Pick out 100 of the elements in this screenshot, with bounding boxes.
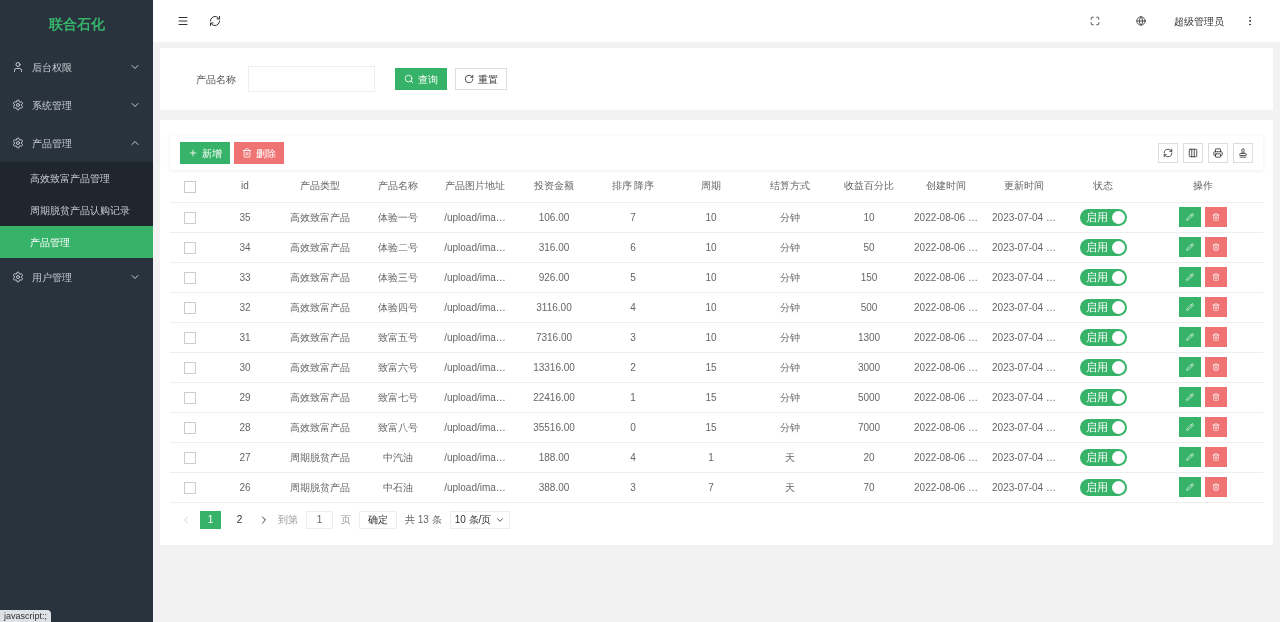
column-header: id: [241, 180, 249, 192]
trash-icon: [1211, 243, 1220, 251]
trash-icon: [1211, 393, 1220, 401]
edit-button[interactable]: [1178, 477, 1201, 497]
status-toggle[interactable]: 启用: [1079, 478, 1127, 496]
status-toggle[interactable]: 启用: [1079, 328, 1127, 346]
status-toggle[interactable]: 启用: [1079, 268, 1127, 286]
table-cell: 2023-07-04 …: [992, 211, 1056, 223]
edit-button[interactable]: [1178, 447, 1201, 467]
table-cell: 0: [630, 421, 636, 433]
edit-button[interactable]: [1178, 237, 1201, 257]
edit-button[interactable]: [1178, 267, 1201, 287]
table-cell: 2023-07-04 …: [992, 391, 1056, 403]
globe-icon[interactable]: [1136, 16, 1146, 26]
delete-button[interactable]: [1204, 297, 1227, 317]
columns-icon[interactable]: [1183, 143, 1203, 163]
table-cell: /upload/ima…: [444, 271, 506, 283]
delete-button[interactable]: 删除: [234, 142, 284, 164]
edit-button[interactable]: [1178, 417, 1201, 437]
table-cell: 2023-07-04 …: [992, 421, 1056, 433]
search-button[interactable]: 查询: [395, 68, 447, 90]
reset-button[interactable]: 重置: [455, 68, 507, 90]
delete-button[interactable]: [1204, 477, 1227, 497]
pencil-icon: [1185, 213, 1194, 221]
table-cell: 体验四号: [378, 301, 418, 313]
table-cell: 500: [860, 301, 878, 313]
row-checkbox[interactable]: [184, 481, 196, 494]
page-button[interactable]: 1: [200, 510, 221, 529]
pencil-icon: [1185, 483, 1194, 491]
table-cell: 10: [705, 211, 717, 223]
table-cell: 4: [630, 451, 636, 463]
table-cell: 2022-08-06 …: [914, 301, 978, 313]
row-checkbox[interactable]: [184, 391, 196, 404]
row-checkbox[interactable]: [184, 451, 196, 464]
print-icon[interactable]: [1208, 143, 1228, 163]
table-cell: 106.00: [538, 211, 570, 223]
confirm-button[interactable]: 确定: [359, 510, 397, 529]
table-cell: 分钟: [780, 271, 800, 283]
row-checkbox[interactable]: [184, 271, 196, 284]
status-toggle[interactable]: 启用: [1079, 298, 1127, 316]
status-toggle[interactable]: 启用: [1079, 388, 1127, 406]
delete-button[interactable]: [1204, 327, 1227, 347]
delete-button[interactable]: [1204, 387, 1227, 407]
row-checkbox[interactable]: [184, 331, 196, 344]
refresh-icon[interactable]: [209, 15, 221, 27]
row-checkbox[interactable]: [184, 421, 196, 434]
user-name[interactable]: 超级管理员: [1174, 13, 1224, 29]
trash-icon: [242, 148, 252, 158]
sidebar-subitem[interactable]: 周期脱贫产品认购记录: [0, 194, 153, 226]
row-checkbox[interactable]: [184, 241, 196, 254]
edit-button[interactable]: [1178, 357, 1201, 377]
table-cell: 3: [630, 331, 636, 343]
table-cell: 2023-07-04 …: [992, 301, 1056, 313]
gear-icon: [12, 99, 24, 111]
delete-button[interactable]: [1204, 237, 1227, 257]
row-checkbox[interactable]: [184, 361, 196, 374]
edit-button[interactable]: [1178, 207, 1201, 227]
edit-button[interactable]: [1178, 387, 1201, 407]
menu-icon[interactable]: [177, 15, 189, 27]
sidebar-subitem[interactable]: 产品管理: [0, 226, 153, 258]
delete-button[interactable]: [1204, 417, 1227, 437]
sidebar-item[interactable]: 用户管理: [0, 258, 153, 296]
column-header: 状态: [1093, 180, 1113, 192]
delete-button[interactable]: [1204, 357, 1227, 377]
pencil-icon: [1185, 303, 1194, 311]
pencil-icon: [1185, 243, 1194, 251]
page-size-select[interactable]: 10 条/页: [449, 510, 511, 529]
table-cell: 分钟: [780, 421, 800, 433]
table-cell: 3116.00: [536, 301, 572, 313]
status-toggle[interactable]: 启用: [1079, 448, 1127, 466]
table-cell: 中石油: [383, 481, 413, 493]
table-cell: 28: [239, 421, 251, 433]
status-toggle[interactable]: 启用: [1079, 418, 1127, 436]
column-header: 周期: [701, 180, 721, 192]
status-toggle[interactable]: 启用: [1079, 358, 1127, 376]
status-toggle[interactable]: 启用: [1079, 208, 1127, 226]
row-checkbox[interactable]: [184, 301, 196, 314]
table-cell: 2022-08-06 …: [914, 271, 978, 283]
add-button[interactable]: 新增: [180, 142, 230, 164]
edit-button[interactable]: [1178, 327, 1201, 347]
row-checkbox[interactable]: [184, 211, 196, 224]
column-header: 产品类型: [300, 180, 340, 192]
delete-button[interactable]: [1204, 207, 1227, 227]
delete-button[interactable]: [1204, 267, 1227, 287]
page-input[interactable]: 1: [306, 510, 333, 529]
table-cell: 3000: [857, 361, 881, 373]
status-bar: javascript:;: [0, 610, 51, 622]
fullscreen-icon[interactable]: [1090, 16, 1100, 26]
pencil-icon: [1185, 273, 1194, 281]
table-cell: 7: [630, 211, 636, 223]
edit-button[interactable]: [1178, 297, 1201, 317]
table-cell: 高效致富产品: [290, 301, 350, 313]
sidebar-subitem[interactable]: 高效致富产品管理: [0, 162, 153, 194]
sidebar-item[interactable]: 产品管理: [0, 124, 153, 162]
sidebar-item[interactable]: 系统管理: [0, 86, 153, 124]
select-all-checkbox[interactable]: [184, 180, 196, 193]
sidebar-item[interactable]: 后台权限: [0, 48, 153, 86]
table-cell: 分钟: [780, 241, 800, 253]
status-toggle[interactable]: 启用: [1079, 238, 1127, 256]
delete-button[interactable]: [1204, 447, 1227, 467]
